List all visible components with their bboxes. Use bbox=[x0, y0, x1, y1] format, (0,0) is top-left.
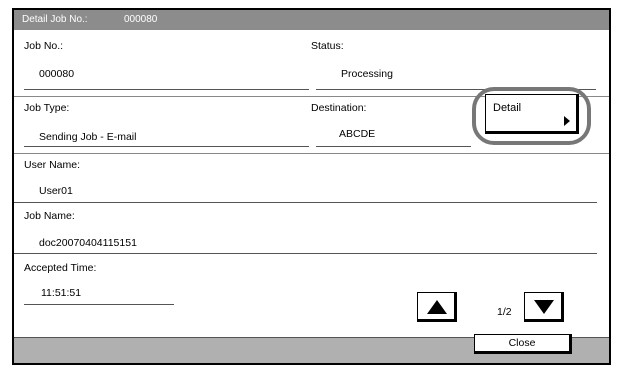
accepted-time-value: 11:51:51 bbox=[41, 287, 82, 299]
detail-button-label: Detail bbox=[493, 102, 522, 114]
job-no-value: 000080 bbox=[39, 68, 75, 80]
destination-underline bbox=[316, 146, 471, 147]
accepted-time-underline bbox=[24, 304, 174, 305]
job-no-underline bbox=[24, 89, 309, 90]
status-value: Processing bbox=[341, 68, 393, 80]
detail-button[interactable]: Detail bbox=[485, 94, 579, 134]
triangle-right-icon bbox=[564, 116, 570, 126]
status-label: Status: bbox=[311, 40, 344, 52]
row-divider bbox=[14, 153, 609, 154]
title-label: Detail Job No.: bbox=[22, 14, 88, 25]
job-name-value: doc20070404115151 bbox=[39, 237, 137, 249]
user-name-value: User01 bbox=[39, 185, 73, 197]
accepted-time-label: Accepted Time: bbox=[24, 262, 97, 274]
close-button[interactable]: Close bbox=[474, 334, 572, 354]
job-detail-panel: Detail Job No.: 000080 Job No.: 000080 S… bbox=[12, 8, 611, 365]
destination-label: Destination: bbox=[311, 102, 367, 114]
job-type-underline bbox=[24, 146, 309, 147]
title-job-number: 000080 bbox=[124, 14, 158, 25]
title-bar: Detail Job No.: 000080 bbox=[14, 10, 609, 30]
user-name-label: User Name: bbox=[24, 159, 81, 171]
job-no-label: Job No.: bbox=[24, 40, 64, 52]
page-indicator: 1/2 bbox=[497, 306, 512, 318]
user-name-underline bbox=[14, 202, 597, 203]
job-name-label: Job Name: bbox=[24, 210, 75, 222]
triangle-up-icon bbox=[427, 300, 447, 314]
scroll-up-button[interactable] bbox=[417, 292, 457, 322]
triangle-down-icon bbox=[534, 300, 554, 314]
job-name-underline bbox=[14, 253, 597, 254]
job-type-label: Job Type: bbox=[24, 102, 70, 114]
job-type-value: Sending Job - E-mail bbox=[39, 131, 137, 143]
scroll-down-button[interactable] bbox=[524, 292, 564, 322]
destination-value: ABCDE bbox=[339, 128, 376, 140]
